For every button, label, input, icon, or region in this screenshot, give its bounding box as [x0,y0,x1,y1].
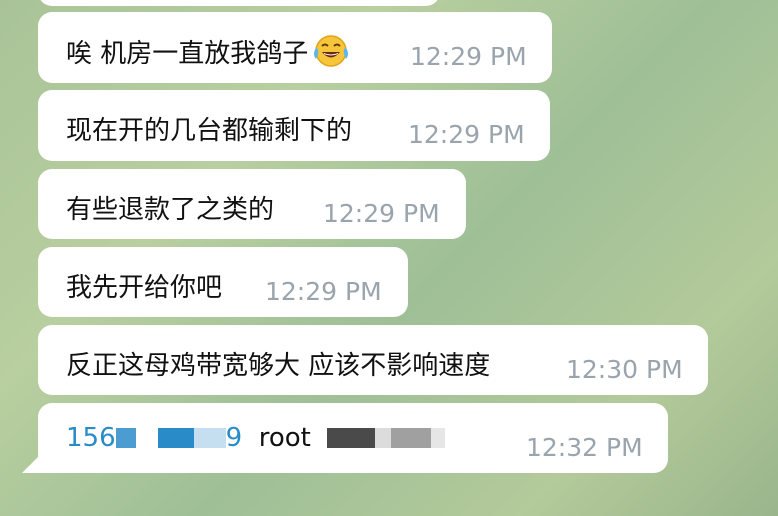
message-bubble[interactable]: 唉 机房一直放我鸽子 12:29 PM [38,12,552,83]
message-text-content: 唉 机房一直放我鸽子 [66,39,309,69]
redaction-block [375,428,392,448]
message-timestamp: 12:29 PM [410,42,527,71]
redaction-block [431,428,446,448]
ip-address-link[interactable]: 156 9 [66,423,242,453]
redaction-block [157,428,194,448]
message-text: 唉 机房一直放我鸽子 [66,33,350,75]
redaction-block [115,428,136,448]
message-bubble[interactable]: 现在开的几台都输剩下的 12:29 PM [38,90,550,161]
message-bubble[interactable]: 156 9 root 12:32 PM [38,403,668,473]
chat-area: 唉 机房一直放我鸽子 12:29 PM 现在开的几台都输剩下的 12:29 PM… [0,0,778,516]
username-text: root [258,423,311,453]
message-timestamp: 12:32 PM [526,433,643,462]
message-text: 有些退款了之类的 [66,195,275,225]
message-text: 现在开的几台都输剩下的 [66,116,353,146]
ip-suffix-text: 9 [225,423,243,453]
redaction-block [391,428,432,448]
ip-prefix-text: 156 [66,423,116,453]
message-timestamp: 12:29 PM [265,277,382,306]
previous-message-bubble[interactable] [38,0,440,6]
redaction-block [193,428,226,448]
message-bubble[interactable]: 有些退款了之类的 12:29 PM [38,169,466,239]
message-bubble[interactable]: 我先开给你吧 12:29 PM [38,247,408,317]
message-text: 反正这母鸡带宽够大 应该不影响速度 [66,351,491,381]
redaction-block [327,428,376,448]
message-text: 我先开给你吧 [66,273,223,303]
laughing-crying-emoji-icon [312,34,350,75]
message-text: 156 9 root [66,423,446,453]
message-bubble[interactable]: 反正这母鸡带宽够大 应该不影响速度 12:30 PM [38,325,708,395]
redaction-gap [136,428,158,448]
message-timestamp: 12:29 PM [408,120,525,149]
message-timestamp: 12:30 PM [566,355,683,384]
message-timestamp: 12:29 PM [323,199,440,228]
